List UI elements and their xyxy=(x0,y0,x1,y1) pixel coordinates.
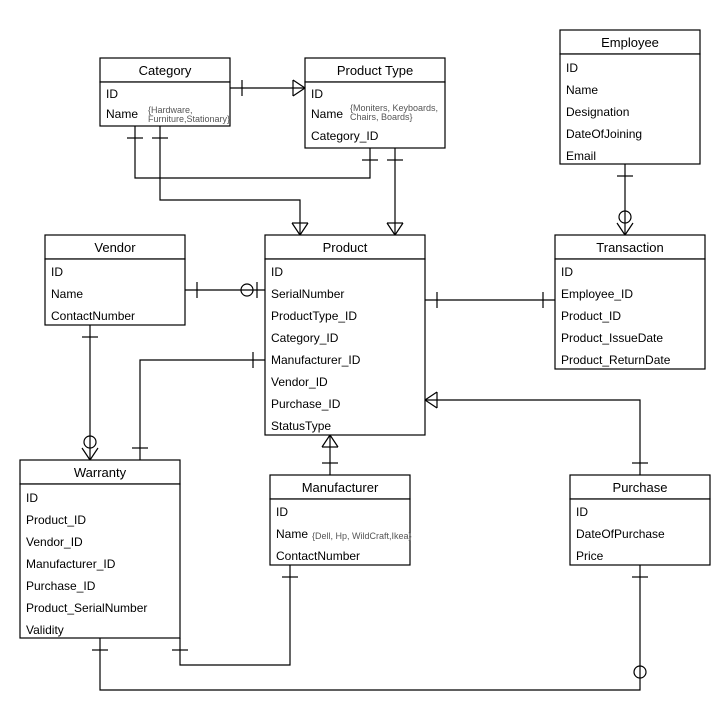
warranty-attr-2: Vendor_ID xyxy=(26,535,83,549)
transaction-attr-1: Employee_ID xyxy=(561,287,633,301)
rel-manufacturer-warranty xyxy=(172,565,298,665)
entity-vendor: Vendor ID Name ContactNumber xyxy=(45,235,185,325)
rel-vendor-warranty xyxy=(82,325,98,460)
rel-category-product xyxy=(152,126,308,235)
warranty-attr-0: ID xyxy=(26,491,38,505)
entity-product: Product ID SerialNumber ProductType_ID C… xyxy=(265,235,425,435)
rel-product-manufacturer xyxy=(322,435,338,475)
vendor-title: Vendor xyxy=(94,240,136,255)
product-attr-3: Category_ID xyxy=(271,331,339,345)
employee-attr-2: Designation xyxy=(566,105,629,119)
employee-attr-0: ID xyxy=(566,61,578,75)
rel-product-transaction xyxy=(425,292,555,308)
warranty-title: Warranty xyxy=(74,465,127,480)
warranty-attr-5: Product_SerialNumber xyxy=(26,601,147,615)
vendor-attr-1: Name xyxy=(51,287,83,301)
vendor-attr-2: ContactNumber xyxy=(51,309,135,323)
warranty-attr-1: Product_ID xyxy=(26,513,86,527)
category-attr-1: Name xyxy=(106,107,138,121)
warranty-attr-4: Purchase_ID xyxy=(26,579,96,593)
transaction-attr-3: Product_IssueDate xyxy=(561,331,663,345)
product-title: Product xyxy=(323,240,368,255)
product-type-attr-0: ID xyxy=(311,87,323,101)
product-attr-0: ID xyxy=(271,265,283,279)
product-attr-6: Purchase_ID xyxy=(271,397,341,411)
purchase-attr-0: ID xyxy=(576,505,588,519)
entity-manufacturer: Manufacturer ID Name {Dell, Hp, WildCraf… xyxy=(270,475,412,565)
product-attr-1: SerialNumber xyxy=(271,287,344,301)
transaction-attr-4: Product_ReturnDate xyxy=(561,353,671,367)
purchase-title: Purchase xyxy=(613,480,668,495)
category-note-l2: Furniture,Stationary} xyxy=(148,114,230,124)
rel-employee-transaction xyxy=(617,164,633,235)
entity-transaction: Transaction ID Employee_ID Product_ID Pr… xyxy=(555,235,705,369)
rel-product-warranty xyxy=(132,352,265,460)
product-type-attr-2: Category_ID xyxy=(311,129,379,143)
rel-producttype-product xyxy=(387,148,403,235)
entity-product-type: Product Type ID Name {Moniters, Keyboard… xyxy=(305,58,445,148)
product-type-attr-1: Name xyxy=(311,107,343,121)
entity-category: Category ID Name {Hardware, Furniture,St… xyxy=(100,58,230,126)
transaction-attr-2: Product_ID xyxy=(561,309,621,323)
employee-attr-4: Email xyxy=(566,149,596,163)
employee-attr-1: Name xyxy=(566,83,598,97)
employee-attr-3: DateOfJoining xyxy=(566,127,642,141)
manufacturer-attr-1: Name xyxy=(276,527,308,541)
manufacturer-attr-0: ID xyxy=(276,505,288,519)
product-attr-5: Vendor_ID xyxy=(271,375,328,389)
rel-vendor-product xyxy=(185,282,265,298)
category-attr-0: ID xyxy=(106,87,118,101)
purchase-attr-1: DateOfPurchase xyxy=(576,527,665,541)
manufacturer-title: Manufacturer xyxy=(302,480,379,495)
entity-warranty: Warranty ID Product_ID Vendor_ID Manufac… xyxy=(20,460,180,638)
vendor-attr-0: ID xyxy=(51,265,63,279)
rel-category-producttype xyxy=(230,80,305,96)
product-type-title: Product Type xyxy=(337,63,413,78)
entity-employee: Employee ID Name Designation DateOfJoini… xyxy=(560,30,700,164)
rel-product-purchase xyxy=(425,392,648,475)
er-diagram: Category ID Name {Hardware, Furniture,St… xyxy=(0,0,728,720)
product-attr-2: ProductType_ID xyxy=(271,309,357,323)
manufacturer-note: {Dell, Hp, WildCraft,Ikea} xyxy=(312,531,412,541)
transaction-title: Transaction xyxy=(596,240,663,255)
transaction-attr-0: ID xyxy=(561,265,573,279)
product-attr-4: Manufacturer_ID xyxy=(271,353,361,367)
product-type-note-l2: Chairs, Boards} xyxy=(350,112,413,122)
product-attr-7: StatusType xyxy=(271,419,331,433)
purchase-attr-2: Price xyxy=(576,549,604,563)
category-title: Category xyxy=(139,63,192,78)
warranty-attr-6: Validity xyxy=(26,623,64,637)
manufacturer-attr-2: ContactNumber xyxy=(276,549,360,563)
entity-purchase: Purchase ID DateOfPurchase Price xyxy=(570,475,710,565)
warranty-attr-3: Manufacturer_ID xyxy=(26,557,116,571)
employee-title: Employee xyxy=(601,35,659,50)
